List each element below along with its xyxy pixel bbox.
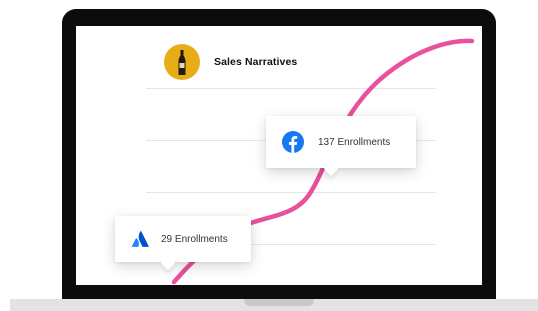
header: Sales Narratives xyxy=(164,44,297,80)
grid-line xyxy=(146,88,436,89)
atlassian-icon xyxy=(131,231,149,247)
laptop-illustration: Sales Narratives 137 Enrollments 29 Enro… xyxy=(0,0,538,311)
enrollment-count: 137 Enrollments xyxy=(318,136,391,148)
grid-line xyxy=(146,192,436,193)
enrollment-card-atlassian: 29 Enrollments xyxy=(115,216,251,262)
avatar xyxy=(164,44,200,80)
laptop-notch xyxy=(244,299,314,306)
enrollment-card-facebook: 137 Enrollments xyxy=(266,116,416,168)
enrollment-count: 29 Enrollments xyxy=(161,233,228,245)
page-title: Sales Narratives xyxy=(214,56,298,68)
bottle-icon xyxy=(178,50,186,75)
facebook-icon xyxy=(282,131,304,153)
